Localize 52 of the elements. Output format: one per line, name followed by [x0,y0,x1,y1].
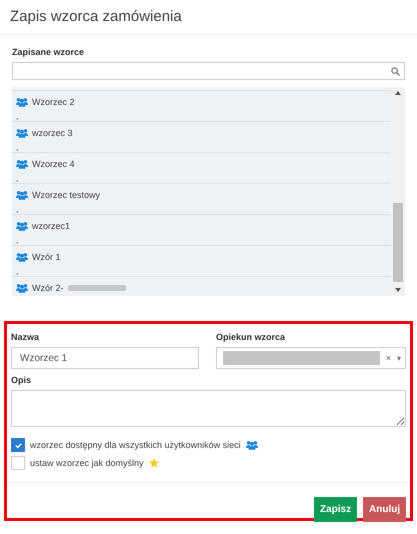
clear-icon[interactable]: × [386,353,391,363]
template-name: wzorzec 3 [32,128,73,138]
scrollbar-thumb[interactable] [393,203,403,282]
template-name: Wzór 1 [32,252,61,262]
template-description: - [16,269,19,278]
users-icon [16,190,28,200]
template-description: - [16,114,19,123]
scroll-up-icon[interactable] [395,91,401,95]
template-item[interactable]: Wzorzec 4 - [12,152,391,183]
check-icon [14,440,22,450]
template-item[interactable]: Wzorzec 2 - [12,90,391,121]
search-icon [391,66,400,76]
dialog-title: Zapis wzorca zamówienia [0,0,417,35]
template-item[interactable]: Wzorzec testowy - [12,183,391,214]
search-field[interactable] [12,62,405,80]
field-label: Opiekun wzorca [216,332,286,342]
cancel-button[interactable]: Anuluj [363,497,406,522]
checkbox[interactable] [11,438,25,452]
field-label: Nazwa [11,332,40,342]
users-icon [16,158,28,168]
option-label: ustaw wzorzec jak domyślny [30,458,144,468]
template-item[interactable]: Wzór 1 - [12,245,391,276]
field-label: Opis [11,375,32,385]
star-icon [148,458,159,468]
template-name: Wzorzec testowy [32,190,100,200]
template-name: Wzorzec 4 [32,158,75,168]
template-description: - [16,145,19,154]
template-name: Wzorzec 2 [32,96,75,106]
users-icon [16,220,28,230]
users-icon [16,252,28,262]
template-name: wzorzec1 [32,220,70,230]
template-name: Wzór 2- [32,282,64,292]
scroll-down-icon[interactable] [395,288,401,292]
template-description: - [16,176,19,185]
template-item[interactable]: wzorzec 3 - [12,121,391,152]
caret-icon[interactable]: ▾ [397,354,401,362]
save-button[interactable]: Zapisz [314,497,357,522]
users-icon [246,440,258,450]
scrollbar[interactable] [391,87,405,296]
users-icon [16,282,28,292]
owner-select[interactable]: × ▾ [216,347,406,369]
users-icon [16,96,28,106]
users-icon [16,128,28,138]
section-label: Zapisane wzorce [12,47,86,57]
description-field[interactable] [11,390,406,427]
checkbox[interactable] [11,456,25,470]
option-label: wzorzec dostępny dla wszystkich użytkowników sieci [30,440,241,450]
template-item[interactable]: wzorzec1 - [12,214,391,245]
name-field[interactable]: Wzorzec 1 [11,347,199,369]
template-description: - [16,238,19,247]
template-description: - [16,207,19,216]
template-item[interactable]: Wzór 2- [12,276,391,296]
